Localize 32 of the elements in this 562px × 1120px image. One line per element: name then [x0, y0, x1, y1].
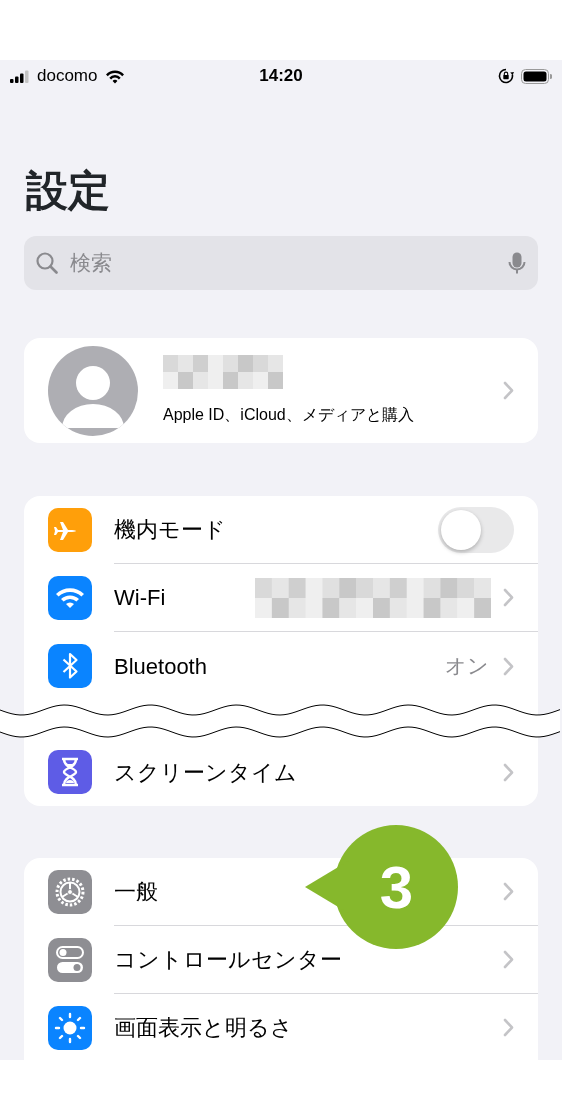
- chevron-icon: [503, 882, 514, 901]
- chevron-icon: [503, 762, 514, 782]
- chevron-icon: [503, 950, 514, 969]
- chevron-icon: [503, 381, 514, 400]
- signal-icon: [10, 69, 29, 83]
- settings-row[interactable]: 画面表示と明るさ: [24, 994, 538, 1060]
- profile-row[interactable]: Apple ID、iCloud、メディアと購入: [24, 338, 538, 443]
- search-input[interactable]: 検索: [68, 246, 508, 280]
- search-icon: [36, 252, 58, 274]
- search-field[interactable]: 検索: [24, 236, 538, 290]
- settings-row[interactable]: スクリーンタイム: [24, 738, 538, 806]
- carrier-name: docomo: [37, 65, 98, 88]
- settings-row[interactable]: Bluetooth オン: [24, 632, 538, 700]
- setting-label: 機内モード: [114, 516, 226, 544]
- profile-subtitle: Apple ID、iCloud、メディアと購入: [163, 404, 414, 425]
- clock-time: 14:20: [259, 65, 303, 88]
- toggle-switch[interactable]: [438, 506, 514, 553]
- battery-icon: [521, 68, 552, 84]
- rotation-lock-icon: [498, 68, 515, 84]
- setting-label: 一般: [114, 878, 158, 906]
- settings-row[interactable]: Wi-Fi: [24, 564, 538, 632]
- chevron-icon: [503, 1018, 514, 1037]
- wifi-icon: [105, 68, 126, 84]
- setting-label: Wi-Fi: [114, 584, 166, 612]
- microphone-icon: [508, 251, 526, 275]
- setting-label: スクリーンタイム: [114, 758, 297, 787]
- setting-value: オン: [445, 653, 489, 680]
- page-title: 設定: [26, 166, 111, 216]
- setting-label: Bluetooth: [114, 652, 207, 681]
- setting-label: 画面表示と明るさ: [114, 1014, 293, 1042]
- chevron-icon: [503, 588, 514, 607]
- chevron-icon: [503, 656, 514, 676]
